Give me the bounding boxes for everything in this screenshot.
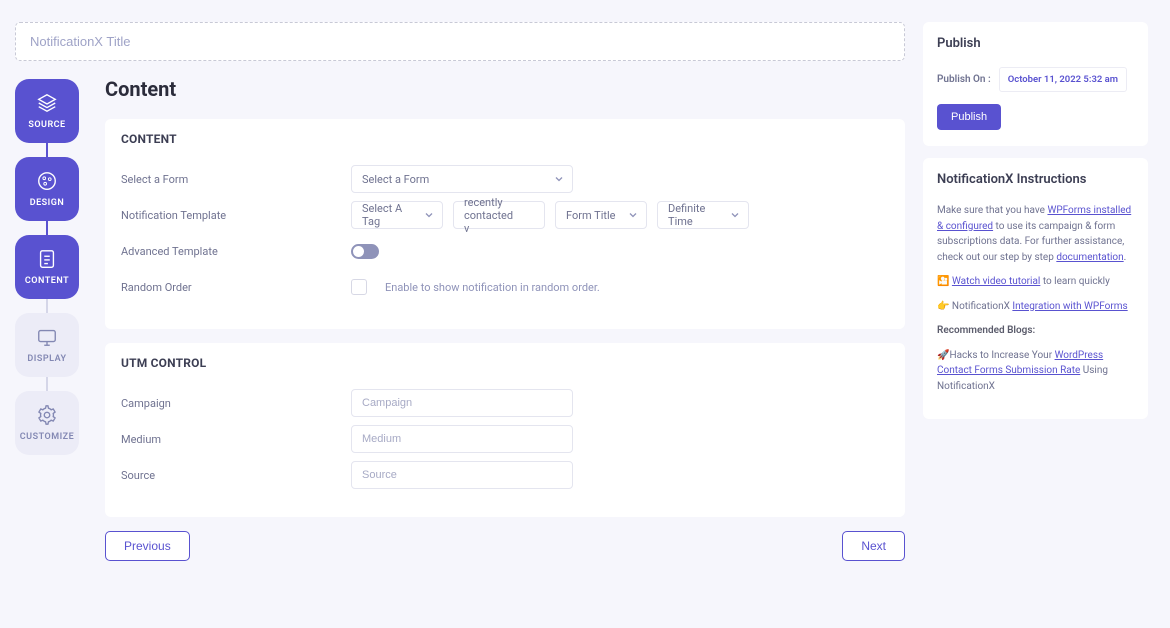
step-content[interactable]: CONTENT [15,235,79,299]
step-label: CONTENT [25,276,69,286]
content-card: CONTENT Select a Form Select a Form [105,119,905,329]
campaign-label: Campaign [121,397,351,410]
step-label: SOURCE [28,120,65,130]
select-form-dropdown[interactable]: Select a Form [351,165,573,193]
publish-card: Publish Publish On : October 11, 2022 5:… [923,22,1148,146]
medium-label: Medium [121,433,351,446]
instructions-card: NotificationX Instructions Make sure tha… [923,158,1148,419]
publish-title: Publish [937,36,1134,51]
publish-on-label: Publish On : [937,74,991,85]
rocket-icon: 🚀 [937,350,949,361]
template-time-dropdown[interactable]: Definite Time [657,201,749,229]
file-text-icon [36,248,58,270]
pointer-icon: 👉 [937,301,949,312]
content-section-title: CONTENT [121,132,889,146]
instructions-title: NotificationX Instructions [937,172,1134,187]
chevron-down-icon [730,210,740,220]
layers-icon [36,92,58,114]
gear-icon [36,404,58,426]
medium-input[interactable] [351,425,573,453]
advanced-template-label: Advanced Template [121,245,351,258]
step-nav: SOURCE DESIGN CONTENT DISPLAY [15,79,79,561]
source-label: Source [121,469,351,482]
chevron-down-icon [628,210,638,220]
notification-title-input[interactable] [15,22,905,61]
instructions-p2: 🎦 Watch video tutorial to learn quickly [937,274,1134,290]
utm-section-title: UTM CONTROL [121,356,889,370]
step-display[interactable]: DISPLAY [15,313,79,377]
template-recent-dropdown[interactable]: recently contacted v [453,201,545,229]
recommended-blogs-label: Recommended Blogs: [937,323,1134,339]
monitor-icon [36,326,58,348]
page-title: Content [105,77,905,101]
step-label: DISPLAY [27,354,66,364]
instructions-p5: 🚀Hacks to Increase Your WordPress Contac… [937,348,1134,395]
template-tag-dropdown[interactable]: Select A Tag [351,201,443,229]
video-icon: 🎦 [937,276,949,287]
random-order-desc: Enable to show notification in random or… [385,281,600,294]
step-label: DESIGN [30,198,65,208]
chevron-down-icon [554,174,564,184]
next-button[interactable]: Next [842,531,905,561]
campaign-input[interactable] [351,389,573,417]
select-form-label: Select a Form [121,173,351,186]
palette-icon [36,170,58,192]
step-customize[interactable]: CUSTOMIZE [15,391,79,455]
publish-button[interactable]: Publish [937,104,1001,130]
random-order-label: Random Order [121,281,351,294]
documentation-link[interactable]: documentation [1056,252,1123,263]
template-formtitle-dropdown[interactable]: Form Title [555,201,647,229]
video-tutorial-link[interactable]: Watch video tutorial [952,276,1040,287]
step-label: CUSTOMIZE [20,432,74,442]
source-input[interactable] [351,461,573,489]
instructions-p1: Make sure that you have WPForms installe… [937,203,1134,265]
random-order-checkbox[interactable] [351,279,367,295]
integration-link[interactable]: Integration with WPForms [1012,301,1127,312]
previous-button[interactable]: Previous [105,531,190,561]
step-connector [46,143,48,157]
utm-card: UTM CONTROL Campaign Medium [105,343,905,517]
instructions-p3: 👉 NotificationX Integration with WPForms [937,299,1134,315]
chevron-down-icon [424,210,434,220]
step-connector [46,221,48,235]
step-connector [46,377,48,391]
template-label: Notification Template [121,209,351,222]
step-design[interactable]: DESIGN [15,157,79,221]
step-source[interactable]: SOURCE [15,79,79,143]
step-connector [46,299,48,313]
advanced-template-toggle[interactable] [351,244,379,259]
publish-date[interactable]: October 11, 2022 5:32 am [999,67,1127,92]
